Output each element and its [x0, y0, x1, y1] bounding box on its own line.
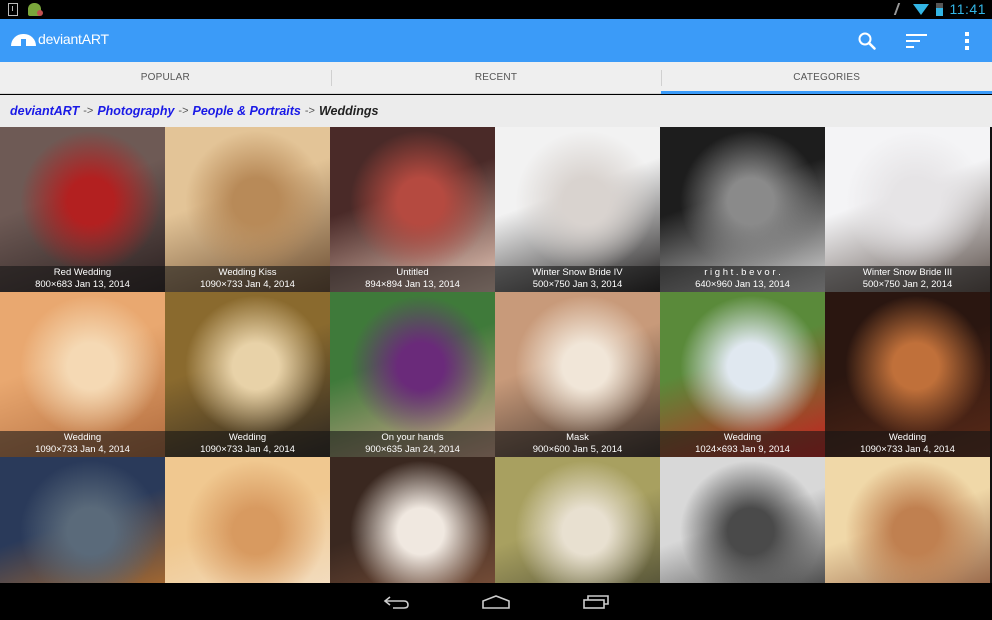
action-bar: deviantART — [0, 19, 992, 62]
tile-meta: 500×750 Jan 2, 2014 — [862, 279, 953, 290]
gallery-tile[interactable] — [660, 457, 825, 583]
gallery-tile[interactable]: Wedding 1090×733 Jan 4, 2014 — [165, 292, 330, 457]
gallery-tile[interactable] — [495, 457, 660, 583]
thumbnail-image — [165, 457, 330, 583]
tile-caption: Wedding 1090×733 Jan 4, 2014 — [165, 431, 330, 457]
tile-caption: Wedding 1024×693 Jan 9, 2014 — [660, 431, 825, 457]
tab-categories[interactable]: CATEGORIES — [661, 62, 992, 94]
breadcrumb-people-portraits[interactable]: People & Portraits — [193, 104, 301, 118]
tile-title: Wedding — [723, 432, 762, 443]
tile-caption: On your hands 900×635 Jan 24, 2014 — [330, 431, 495, 457]
back-icon — [383, 596, 409, 609]
battery-icon — [935, 2, 943, 16]
gallery-tile[interactable]: Wedding 1024×693 Jan 9, 2014 — [660, 292, 825, 457]
tab-recent[interactable]: RECENT — [330, 62, 662, 93]
breadcrumb-deviantart[interactable]: deviantART — [10, 104, 79, 118]
clock: 11:41 — [949, 1, 986, 17]
tab-bar: POPULAR RECENT CATEGORIES — [0, 62, 992, 94]
tile-meta: 900×600 Jan 5, 2014 — [532, 444, 623, 455]
app-logo[interactable]: deviantART — [11, 31, 109, 47]
tab-popular[interactable]: POPULAR — [0, 62, 331, 93]
thumbnail-image — [330, 457, 495, 583]
tile-title: On your hands — [381, 432, 444, 443]
app-name: deviantART — [38, 31, 109, 47]
search-button[interactable] — [842, 19, 892, 62]
gallery-tile[interactable] — [0, 457, 165, 583]
tile-title: r i g h t . b e v o r . — [704, 267, 781, 278]
back-button[interactable] — [377, 591, 417, 613]
tile-meta: 1090×733 Jan 4, 2014 — [860, 444, 955, 455]
gallery-tile[interactable] — [825, 457, 990, 583]
gallery-tile[interactable] — [330, 457, 495, 583]
tile-caption: Red Wedding 800×683 Jan 13, 2014 — [0, 266, 165, 292]
breadcrumb-weddings: Weddings — [318, 104, 379, 118]
status-bar: 11:41 — [0, 0, 992, 19]
gallery-tile[interactable]: Winter Snow Bride III 500×750 Jan 2, 2014 — [825, 127, 990, 292]
gallery-tile[interactable]: Winter Snow Bride IV 500×750 Jan 3, 2014 — [495, 127, 660, 292]
tile-meta: 800×683 Jan 13, 2014 — [35, 279, 130, 290]
navigation-bar — [0, 583, 992, 620]
mute-icon — [893, 3, 908, 15]
tile-title: Winter Snow Bride III — [862, 267, 953, 278]
tile-caption: Mask 900×600 Jan 5, 2014 — [495, 431, 660, 457]
thumbnail-image — [660, 457, 825, 583]
tile-title: Wedding — [228, 432, 267, 443]
wifi-icon — [912, 3, 929, 15]
thumbnail-image — [495, 457, 660, 583]
gallery-tile[interactable]: Red Wedding 800×683 Jan 13, 2014 — [0, 127, 165, 292]
gallery-grid: Red Wedding 800×683 Jan 13, 2014 Wedding K… — [0, 127, 992, 583]
tile-meta: 1090×733 Jan 4, 2014 — [200, 444, 295, 455]
overflow-menu-icon — [965, 31, 969, 50]
tile-caption: Wedding 1090×733 Jan 4, 2014 — [825, 431, 990, 457]
gallery-tile[interactable]: Wedding 1090×733 Jan 4, 2014 — [0, 292, 165, 457]
home-button[interactable] — [476, 591, 516, 613]
gallery-tile[interactable]: On your hands 900×635 Jan 24, 2014 — [330, 292, 495, 457]
gallery-tile[interactable]: Mask 900×600 Jan 5, 2014 — [495, 292, 660, 457]
tile-title: Wedding — [63, 432, 102, 443]
breadcrumb: deviantART -> Photography -> People & Po… — [0, 95, 992, 127]
tile-title: Wedding — [888, 432, 927, 443]
overflow-menu-button[interactable] — [942, 19, 992, 62]
recent-apps-icon — [583, 595, 609, 609]
breadcrumb-photography[interactable]: Photography — [97, 104, 174, 118]
tile-title: Untitled — [396, 267, 429, 278]
tile-caption: r i g h t . b e v o r . 640×960 Jan 13, 2… — [660, 266, 825, 292]
deviantart-logo-icon — [11, 32, 36, 46]
thumbnail-image — [825, 457, 990, 583]
gallery-tile[interactable]: Untitled 894×894 Jan 13, 2014 — [330, 127, 495, 292]
tile-caption: Winter Snow Bride III 500×750 Jan 2, 2014 — [825, 266, 990, 292]
gallery-tile[interactable] — [165, 457, 330, 583]
breadcrumb-separator: -> — [83, 105, 94, 117]
screen: 11:41 deviantART POPULAR RECENT CATEGORI… — [0, 0, 992, 620]
tile-meta: 640×960 Jan 13, 2014 — [695, 279, 790, 290]
search-icon — [858, 32, 876, 50]
thumbnail-image — [0, 457, 165, 583]
android-debug-icon — [28, 3, 43, 16]
home-icon — [482, 595, 510, 609]
tile-caption: Untitled 894×894 Jan 13, 2014 — [330, 266, 495, 292]
tile-meta: 500×750 Jan 3, 2014 — [532, 279, 623, 290]
tile-title: Mask — [566, 432, 589, 443]
sort-button[interactable] — [892, 19, 942, 62]
tile-title: Wedding Kiss — [218, 267, 277, 278]
gallery-tile[interactable]: r i g h t . b e v o r . 640×960 Jan 13, 2… — [660, 127, 825, 292]
tile-title: Red Wedding — [53, 267, 112, 278]
download-notification-icon — [8, 3, 18, 16]
recent-apps-button[interactable] — [576, 591, 616, 613]
gallery-tile[interactable]: Wedding 1090×733 Jan 4, 2014 — [825, 292, 990, 457]
tile-caption: Wedding Kiss 1090×733 Jan 4, 2014 — [165, 266, 330, 292]
breadcrumb-separator: -> — [178, 105, 189, 117]
sort-icon — [906, 33, 927, 48]
tile-caption: Winter Snow Bride IV 500×750 Jan 3, 2014 — [495, 266, 660, 292]
gallery-tile[interactable]: Wedding Kiss 1090×733 Jan 4, 2014 — [165, 127, 330, 292]
tile-meta: 1090×733 Jan 4, 2014 — [200, 279, 295, 290]
tile-meta: 900×635 Jan 24, 2014 — [365, 444, 460, 455]
tile-meta: 1090×733 Jan 4, 2014 — [35, 444, 130, 455]
breadcrumb-separator: -> — [304, 105, 315, 117]
tile-title: Winter Snow Bride IV — [532, 267, 623, 278]
tile-meta: 1024×693 Jan 9, 2014 — [695, 444, 790, 455]
tile-caption: Wedding 1090×733 Jan 4, 2014 — [0, 431, 165, 457]
tile-meta: 894×894 Jan 13, 2014 — [365, 279, 460, 290]
